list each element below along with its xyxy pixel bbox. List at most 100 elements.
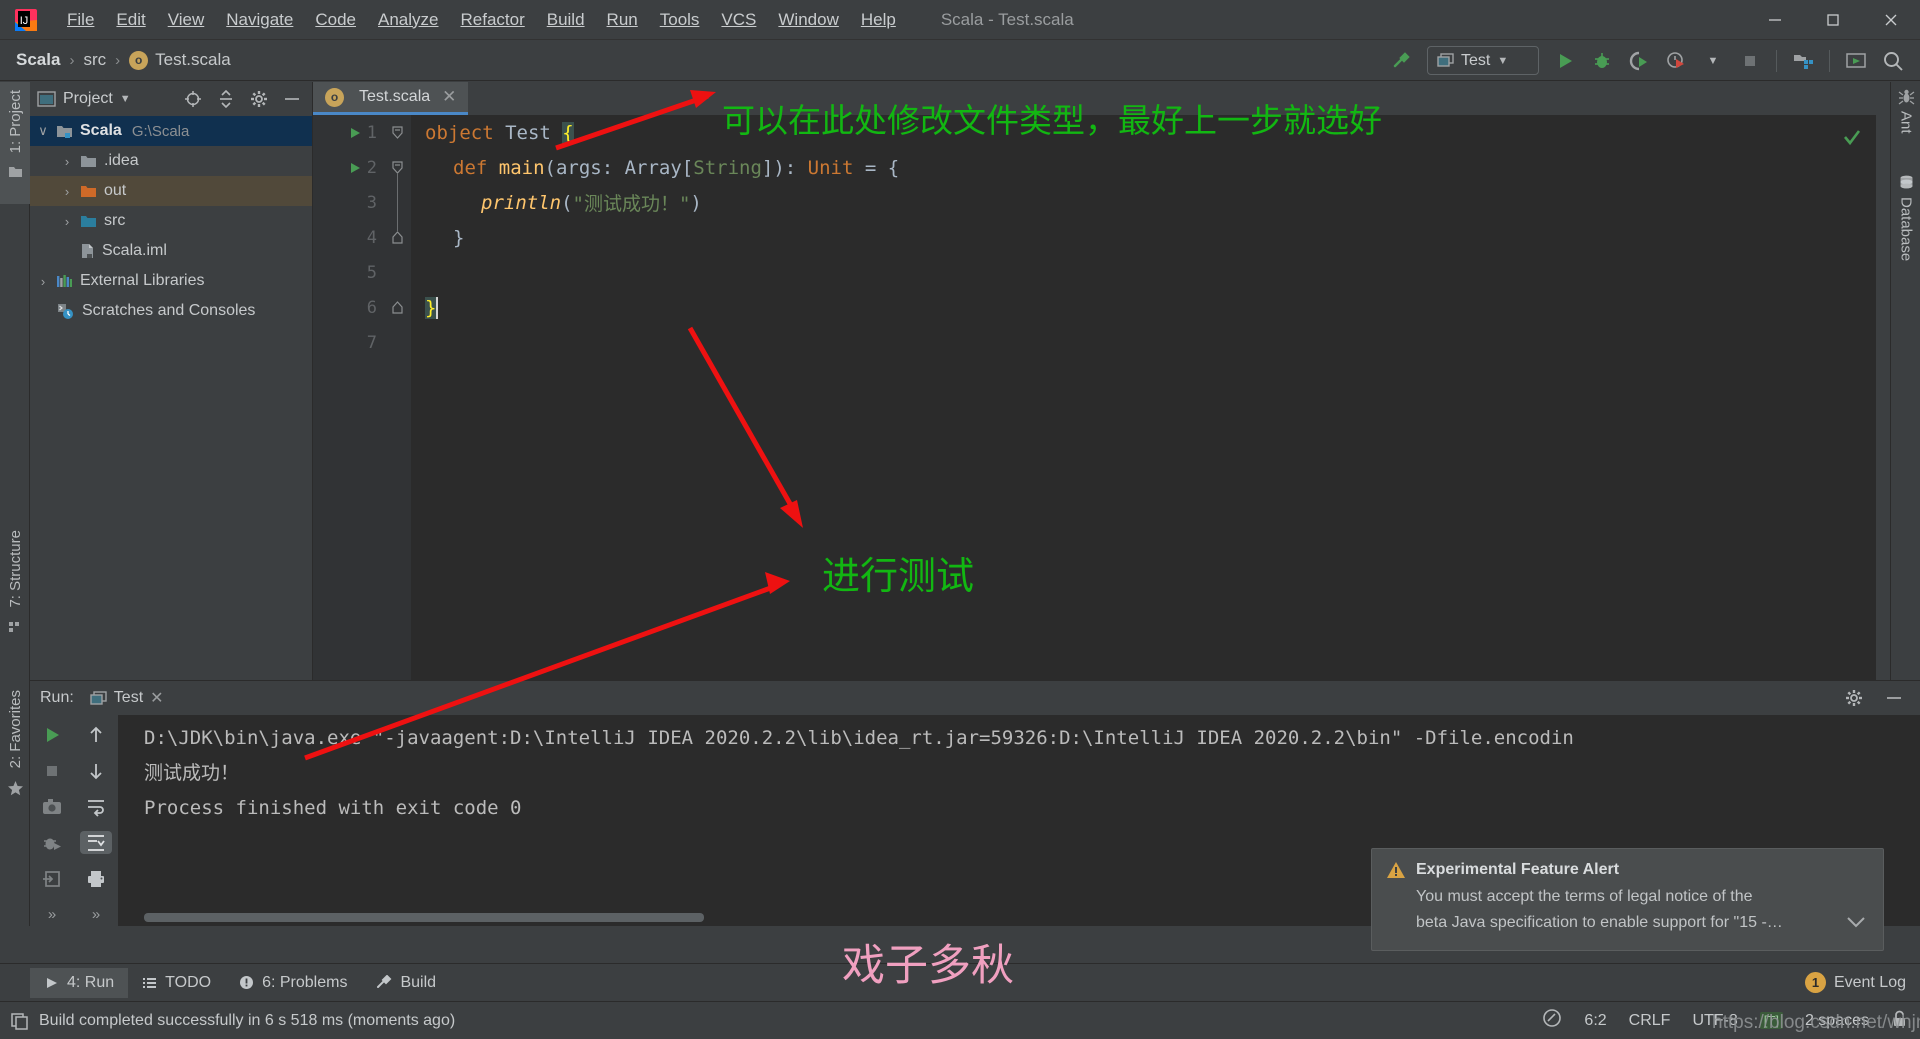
select-target-button[interactable] xyxy=(1839,46,1873,76)
maximize-button[interactable] xyxy=(1804,0,1862,40)
chevron-down-icon[interactable]: ▼ xyxy=(120,93,131,105)
run-tab-test[interactable]: Test ✕ xyxy=(84,686,170,710)
sidebar-item-ant[interactable]: Ant xyxy=(1891,88,1920,134)
menu-item-code[interactable]: Code xyxy=(304,7,367,33)
locate-icon[interactable] xyxy=(180,87,206,111)
tree-item-src[interactable]: › src xyxy=(30,206,312,236)
run-button[interactable] xyxy=(1548,46,1582,76)
debug-attach-button[interactable] xyxy=(36,831,68,854)
bottom-tab-run[interactable]: 4: Run xyxy=(30,967,129,998)
tree-item-scratches-label: Scratches and Consoles xyxy=(82,302,256,319)
hide-icon[interactable] xyxy=(279,87,305,111)
line-separator[interactable]: CRLF xyxy=(1629,1012,1671,1030)
menu-item-help[interactable]: Help xyxy=(850,7,907,33)
run-panel-header-actions xyxy=(1838,684,1910,712)
chevron-right-icon[interactable]: › xyxy=(54,154,80,169)
menu-item-file[interactable]: File xyxy=(56,7,105,33)
stop-button[interactable] xyxy=(1733,46,1767,76)
inspection-status-icon[interactable] xyxy=(1842,127,1862,152)
close-icon[interactable]: ✕ xyxy=(442,87,456,107)
menu-item-build[interactable]: Build xyxy=(536,7,596,33)
svg-text:IJ: IJ xyxy=(20,15,29,27)
down-arrow-button[interactable] xyxy=(80,759,112,782)
project-structure-button[interactable] xyxy=(1786,46,1820,76)
menu-item-refactor-label: Refactor xyxy=(460,9,525,29)
background-tasks-icon[interactable] xyxy=(10,1011,29,1030)
collapse-all-icon[interactable] xyxy=(213,87,239,111)
sidebar-item-favorites[interactable]: 2: Favorites xyxy=(0,682,30,832)
debug-button[interactable] xyxy=(1585,46,1619,76)
close-button[interactable] xyxy=(1862,0,1920,40)
stop-button[interactable] xyxy=(36,759,68,782)
chevron-right-icon[interactable]: › xyxy=(54,184,80,199)
menu-item-refactor[interactable]: Refactor xyxy=(449,7,535,33)
menu-item-navigate[interactable]: Navigate xyxy=(215,7,304,33)
caret-position[interactable]: 6:2 xyxy=(1584,1012,1606,1030)
menu-item-window[interactable]: Window xyxy=(767,7,849,33)
minimize-button[interactable] xyxy=(1746,0,1804,40)
notification-balloon[interactable]: Experimental Feature Alert You must acce… xyxy=(1371,848,1884,951)
event-log-button[interactable]: 1 Event Log xyxy=(1804,972,1906,993)
print-button[interactable] xyxy=(80,867,112,890)
hide-icon[interactable] xyxy=(1878,684,1910,712)
menu-item-analyze[interactable]: Analyze xyxy=(367,7,449,33)
bottom-tab-build[interactable]: Build xyxy=(361,968,450,998)
chevron-down-icon[interactable]: ▼ xyxy=(1497,55,1508,67)
tree-item-scala-iml[interactable]: Scala.iml xyxy=(30,236,312,266)
menu-item-view[interactable]: View xyxy=(157,7,216,33)
fold-end-icon[interactable] xyxy=(390,300,405,315)
run-configuration-selector[interactable]: Test ▼ xyxy=(1427,46,1539,75)
more-button[interactable]: » xyxy=(36,903,68,926)
rerun-button[interactable] xyxy=(36,723,68,746)
menu-item-edit[interactable]: Edit xyxy=(105,7,156,33)
tree-item-idea[interactable]: › .idea xyxy=(30,146,312,176)
lock-icon[interactable] xyxy=(1891,1009,1908,1033)
bottom-tab-todo[interactable]: TODO xyxy=(128,968,225,998)
console-input-button[interactable] xyxy=(36,867,68,890)
sidebar-item-structure[interactable]: 7: Structure xyxy=(0,522,30,662)
profiler-button[interactable] xyxy=(1659,46,1693,76)
code-line-2: def main (args: Array[String]): Unit = { xyxy=(425,150,1876,185)
menu-item-tools[interactable]: Tools xyxy=(649,7,711,33)
text-caret xyxy=(436,296,439,319)
fold-collapse-icon[interactable] xyxy=(390,125,405,140)
sidebar-item-database[interactable]: Database xyxy=(1891,174,1920,261)
run-coverage-button[interactable] xyxy=(1622,46,1656,76)
tree-item-out[interactable]: › out xyxy=(30,176,312,206)
fold-guide-line xyxy=(397,173,398,231)
profiler-dropdown-icon[interactable]: ▼ xyxy=(1696,46,1730,76)
gear-icon[interactable] xyxy=(1838,684,1870,712)
menu-item-run[interactable]: Run xyxy=(596,7,649,33)
menu-item-vcs[interactable]: VCS xyxy=(710,7,767,33)
tree-item-external-libraries[interactable]: › External Libraries xyxy=(30,266,312,296)
editor-tab-test-scala[interactable]: o Test.scala ✕ xyxy=(313,82,469,115)
chevron-right-icon[interactable]: › xyxy=(30,274,56,289)
gutter-run-icon[interactable] xyxy=(347,115,363,150)
soft-wrap-button[interactable] xyxy=(80,795,112,818)
scroll-to-end-button[interactable] xyxy=(80,831,112,854)
search-everywhere-button[interactable] xyxy=(1876,46,1910,76)
chevron-down-icon[interactable]: ∨ xyxy=(30,123,56,139)
bottom-tab-problems[interactable]: 6: Problems xyxy=(225,968,361,998)
gear-icon[interactable] xyxy=(246,87,272,111)
inspection-icon[interactable] xyxy=(1542,1008,1562,1033)
tree-item-scratches[interactable]: Scratches and Consoles xyxy=(30,296,312,326)
breadcrumb-scala[interactable]: Scala xyxy=(16,50,60,70)
build-hammer-icon[interactable] xyxy=(1384,46,1418,76)
indent-setting[interactable]: 2 spaces xyxy=(1805,1012,1869,1030)
keyword-object: object xyxy=(425,121,494,144)
close-icon[interactable]: ✕ xyxy=(150,688,163,708)
up-arrow-button[interactable] xyxy=(80,723,112,746)
gutter-run-icon[interactable] xyxy=(347,150,363,185)
tree-item-scala[interactable]: ∨ Scala G:\Scala xyxy=(30,116,312,146)
sidebar-item-project[interactable]: 1: Project xyxy=(0,82,30,204)
breadcrumb-src[interactable]: src xyxy=(83,50,106,70)
screenshot-button[interactable] xyxy=(36,795,68,818)
more-button[interactable]: » xyxy=(80,903,112,926)
chevron-down-icon[interactable] xyxy=(1845,915,1867,934)
breadcrumb-test-file[interactable]: o Test.scala xyxy=(129,50,231,70)
file-encoding[interactable]: UTF-8 xyxy=(1692,1012,1737,1030)
chevron-right-icon[interactable]: › xyxy=(54,214,80,229)
fold-end-icon[interactable] xyxy=(390,230,405,245)
